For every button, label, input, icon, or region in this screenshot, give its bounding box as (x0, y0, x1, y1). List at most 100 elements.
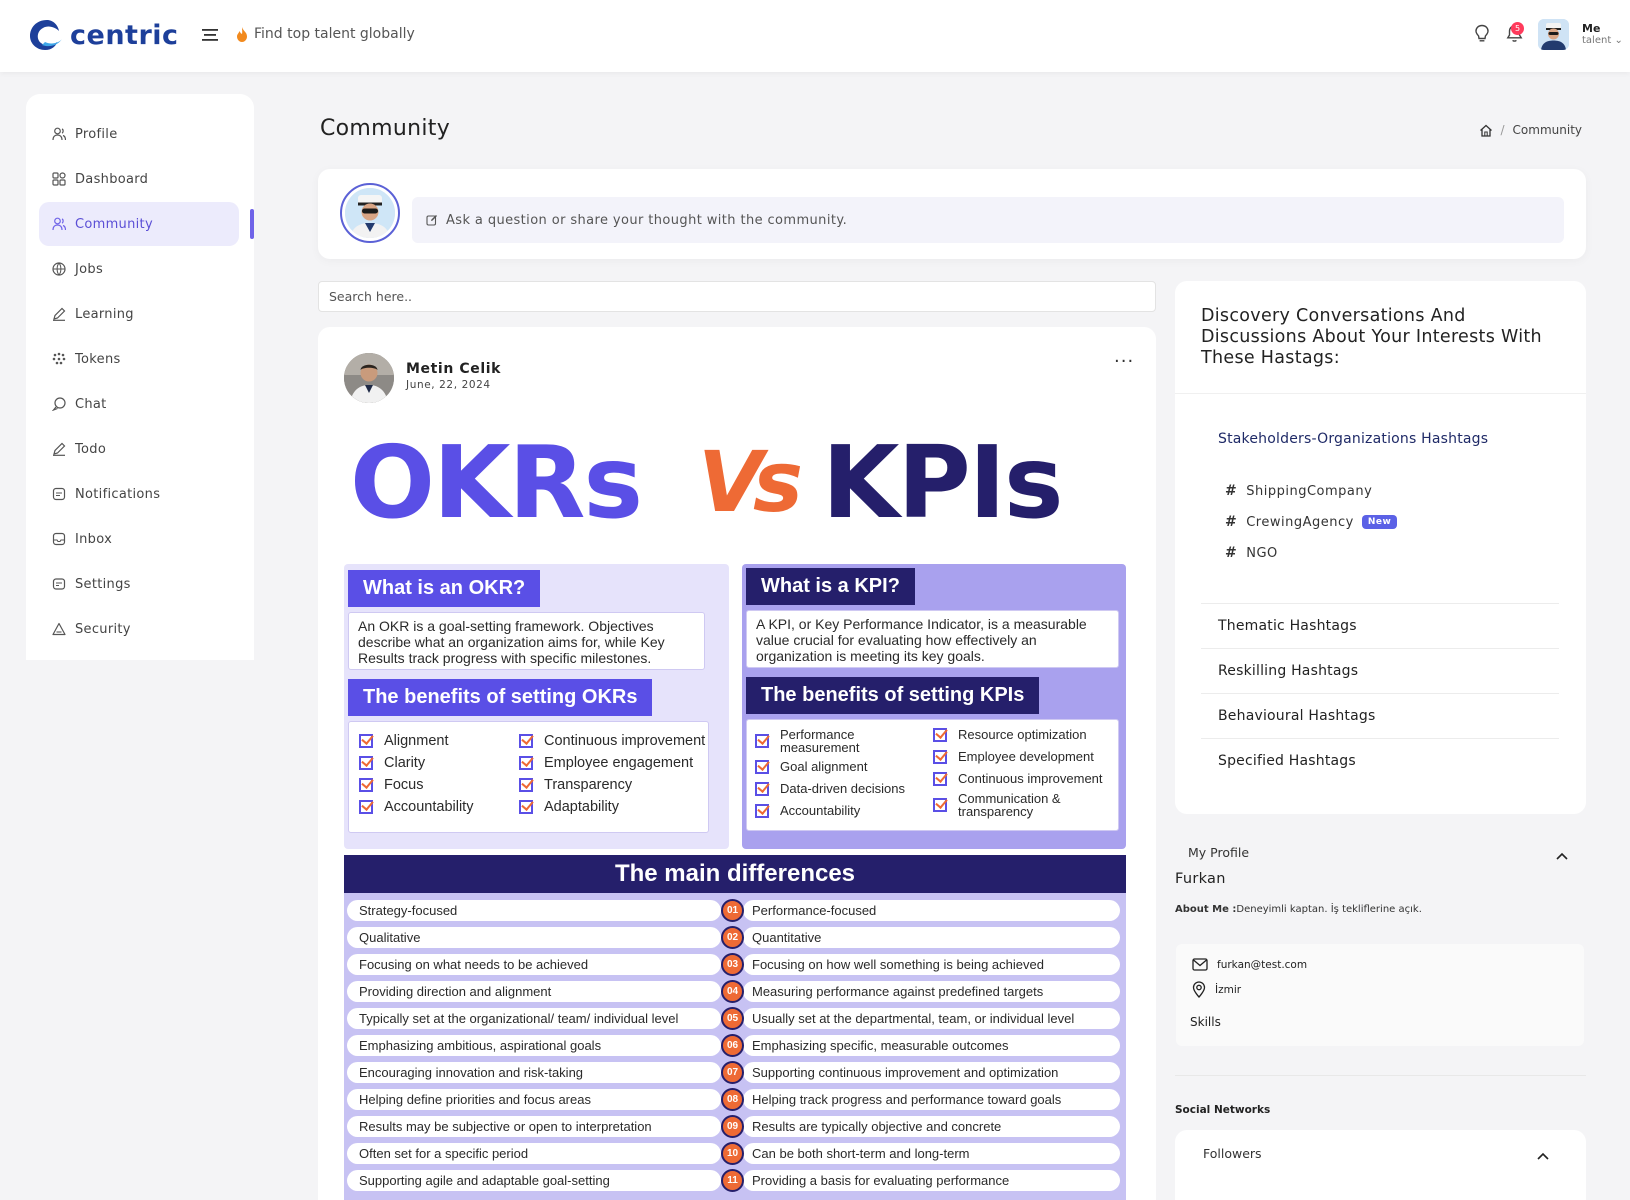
differences-list: Strategy-focused Performance-focused 01 Qua… (344, 893, 1126, 1200)
benefit-label: Performance measurement (780, 727, 860, 755)
difference-number: 03 (721, 953, 744, 976)
hashtags-card: Discovery Conversations And Discussions … (1175, 281, 1586, 814)
checkbox-icon (933, 798, 947, 812)
profile-name: Furkan (1175, 871, 1226, 887)
chevron-up-icon[interactable] (1537, 1152, 1549, 1160)
my-profile-label[interactable]: My Profile (1188, 845, 1249, 860)
benefit-item: Resource optimization (933, 724, 1103, 746)
hashtag-group-reskilling[interactable]: Reskilling Hashtags (1201, 648, 1559, 693)
hashtags-title: Discovery Conversations And Discussions … (1201, 306, 1542, 368)
difference-kpi: Performance-focused (743, 900, 1120, 921)
benefit-item: Transparency (519, 774, 705, 796)
chevron-up-icon[interactable] (1556, 852, 1568, 860)
okr-benefits-heading: The benefits of setting OKRs (348, 679, 653, 716)
okr-benefits-box: Alignment Clarity Focus Accountability C… (348, 721, 709, 833)
benefit-label: Focus (384, 777, 424, 793)
sidebar-item-community[interactable]: Community (39, 202, 239, 246)
sidebar-item-dashboard[interactable]: Dashboard (39, 157, 239, 201)
sidebar-item-tokens[interactable]: Tokens (39, 337, 239, 381)
difference-number: 07 (721, 1061, 744, 1084)
fire-icon (237, 26, 247, 42)
post-author-name[interactable]: Metin Celik (406, 361, 501, 377)
brand-logo[interactable]: centric (28, 18, 179, 52)
user-avatar[interactable] (1538, 19, 1569, 50)
difference-row: Helping define priorities and focus area… (344, 1088, 1126, 1113)
benefit-item: Clarity (359, 752, 473, 774)
difference-row: Often set for a specific period Can be bo… (344, 1142, 1126, 1167)
kpi-benefits-box: Performance measurement Goal alignment D… (746, 719, 1119, 831)
benefit-label: Accountability (384, 799, 474, 815)
benefit-label: Data-driven decisions (780, 781, 906, 796)
page-title: Community (320, 116, 451, 141)
kpi-panel: What is a KPI? A KPI, or Key Performance… (742, 564, 1126, 849)
brand-name: centric (70, 19, 179, 51)
checkbox-icon (755, 782, 769, 796)
centric-logo-icon (30, 20, 62, 50)
sidebar-item-profile[interactable]: Profile (39, 112, 239, 156)
divider (1175, 393, 1586, 394)
hashtag-group-thematic[interactable]: Thematic Hashtags (1201, 603, 1559, 648)
location-icon (1192, 981, 1206, 998)
followers-label[interactable]: Followers (1203, 1146, 1262, 1161)
benefit-item: Alignment (359, 730, 473, 752)
pencil-icon (51, 306, 67, 322)
difference-okr: Often set for a specific period (347, 1143, 721, 1164)
lightbulb-icon[interactable] (1474, 24, 1490, 43)
difference-number: 04 (721, 980, 744, 1003)
sidebar-item-label: Settings (75, 576, 131, 592)
avatar-photo (1538, 19, 1569, 50)
post-composer: Ask a question or share your thought wit… (318, 169, 1586, 259)
user-name[interactable]: Me (1582, 22, 1600, 35)
edit-icon (426, 215, 437, 226)
benefit-label: Accountability (780, 803, 861, 818)
user-role-dropdown[interactable]: talent ⌄ (1582, 35, 1623, 46)
hashtag-group-behavioural[interactable]: Behavioural Hashtags (1201, 693, 1559, 738)
difference-kpi: Can be both short-term and long-term (743, 1143, 1120, 1164)
hashtag-group-specified[interactable]: Specified Hashtags (1201, 738, 1559, 783)
difference-row: Results may be subjective or open to int… (344, 1115, 1126, 1140)
dashboard-icon (51, 171, 67, 187)
hash-icon: # (1225, 483, 1238, 499)
composer-avatar (340, 183, 400, 243)
checkbox-icon (755, 734, 769, 748)
avatar-photo (345, 188, 395, 238)
mail-icon (1192, 958, 1208, 971)
difference-okr: Qualitative (347, 927, 721, 948)
more-options-icon[interactable]: ··· (1114, 351, 1134, 372)
difference-kpi: Helping track progress and performance t… (743, 1089, 1120, 1110)
sidebar-item-learning[interactable]: Learning (39, 292, 239, 336)
home-icon[interactable] (1479, 124, 1493, 137)
checkbox-icon (519, 800, 533, 814)
sidebar-item-todo[interactable]: Todo (39, 427, 239, 471)
sidebar-item-label: Inbox (75, 531, 113, 547)
benefit-label: Employee engagement (544, 755, 694, 771)
user-icon (51, 126, 67, 142)
benefit-label: Communication & transparency (958, 791, 1061, 819)
checkbox-icon (359, 778, 373, 792)
profile-email[interactable]: furkan@test.com (1192, 958, 1307, 971)
post-author-avatar[interactable] (344, 353, 394, 403)
followers-card: Followers (1175, 1130, 1586, 1200)
sidebar-item-notifications[interactable]: Notifications (39, 472, 239, 516)
benefit-item: Goal alignment (755, 756, 905, 778)
sidebar-item-settings[interactable]: Settings (39, 562, 239, 606)
checkbox-icon (755, 760, 769, 774)
sidebar-item-jobs[interactable]: Jobs (39, 247, 239, 291)
hashtag-item[interactable]: # NGO (1225, 545, 1278, 561)
sidebar-item-label: Dashboard (75, 171, 149, 187)
post-infographic[interactable]: OKRs Vs KPIs What is an OKR? An OKR is a… (344, 417, 1133, 1200)
sidebar-item-inbox[interactable]: Inbox (39, 517, 239, 561)
hashtag-item[interactable]: # ShippingCompany (1225, 483, 1372, 499)
difference-row: Strategy-focused Performance-focused 01 (344, 899, 1126, 924)
top-bar: centric Find top talent globally 5 Me ta… (0, 0, 1630, 72)
hashtag-group-stakeholders[interactable]: Stakeholders-Organizations Hashtags (1218, 431, 1488, 447)
sidebar-item-label: Jobs (75, 261, 104, 277)
search-input[interactable]: Search here.. (318, 281, 1156, 312)
sidebar-item-chat[interactable]: Chat (39, 382, 239, 426)
composer-input[interactable]: Ask a question or share your thought wit… (412, 197, 1564, 243)
menu-icon[interactable] (202, 29, 218, 41)
sidebar-item-security[interactable]: Security (39, 607, 239, 651)
hashtag-item[interactable]: # CrewingAgency New (1225, 514, 1398, 530)
sidebar-item-label: Todo (75, 441, 107, 457)
chat-icon (51, 396, 67, 412)
